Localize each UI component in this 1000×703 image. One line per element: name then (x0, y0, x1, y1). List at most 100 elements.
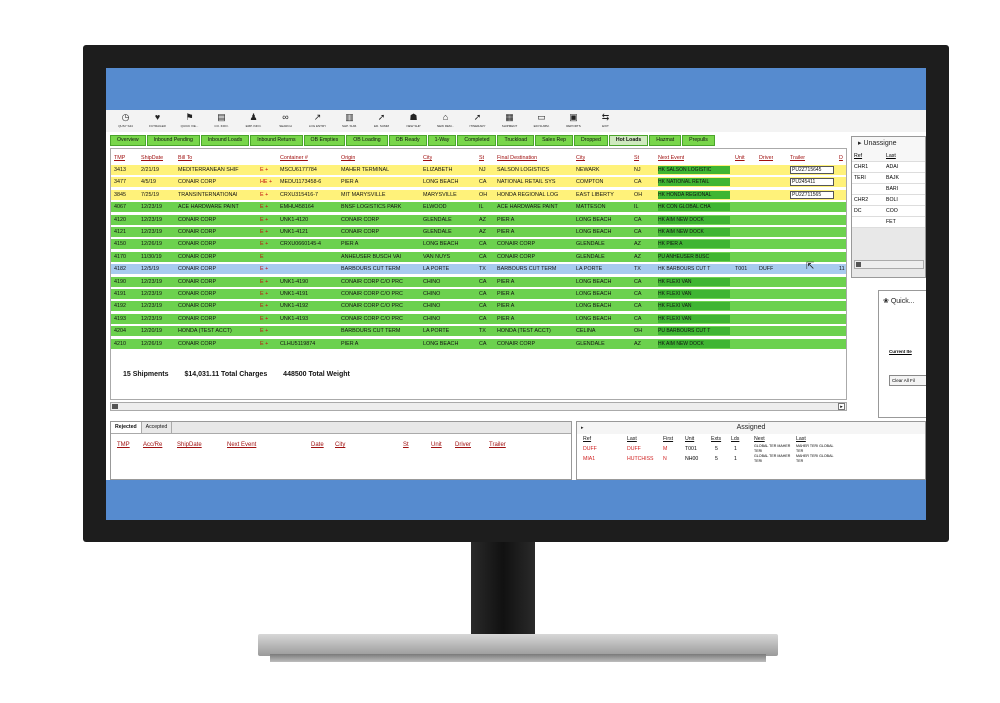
toolbar-button[interactable]: ▭ EDI SUMM. (526, 110, 557, 132)
tab-ob-ready[interactable]: OB Ready (388, 135, 427, 146)
col-final-destination[interactable]: Final Destination (497, 153, 537, 163)
toolbar-button[interactable]: ▣ REPORTS (558, 110, 589, 132)
table-row[interactable]: 4182 12/5/19 CONAIR CORP E + BARBOURS CUT TE… (111, 264, 846, 275)
grid-horizontal-scrollbar[interactable]: ▸ (110, 402, 847, 411)
table-row[interactable]: 4121 12/23/19 CONAIR CORP E + UNK1-4121 CONAI… (111, 227, 846, 237)
tab-hazmat[interactable]: Hazmat (649, 135, 682, 146)
toolbar-button[interactable]: ♟ EMP. INFO. (238, 110, 269, 132)
list-item[interactable]: FET (852, 217, 925, 228)
rej-col-st[interactable]: St (403, 442, 409, 448)
list-item[interactable]: CHR1 ADAI (852, 162, 925, 173)
as-col-last2[interactable]: Last (796, 434, 806, 444)
toolbar-button[interactable]: ☗ NEW SHP (398, 110, 429, 132)
clear-all-filters-button[interactable]: Clear All Fil (889, 375, 926, 386)
list-item[interactable]: CHR2 BOLI (852, 195, 925, 206)
tab-ob-loading[interactable]: OB Loading (346, 135, 388, 146)
table-row[interactable]: 3845 7/25/19 TRANSINTERNATIONAI E + CRXU3154… (111, 189, 846, 200)
col-driver[interactable]: Driver (759, 153, 773, 163)
col-st[interactable]: St (479, 153, 484, 163)
col-next-event[interactable]: Next Event (658, 153, 684, 163)
rej-col-tmp[interactable]: TMP (117, 442, 130, 448)
list-item[interactable]: BARI (852, 184, 925, 195)
toolbar-button[interactable]: ◷ QUSY S44 (110, 110, 141, 132)
col-container[interactable]: Container # (280, 153, 308, 163)
trailer-field[interactable]: PU2Z715645 (790, 166, 834, 174)
col-trailer[interactable]: Trailer (790, 153, 805, 163)
tab-truckload[interactable]: Truckload (497, 135, 535, 146)
col-d[interactable]: D (839, 153, 843, 163)
table-row[interactable]: DUFF DUFF M T001 5 1 GLOBAL TER MAHER TERI MAHE… (577, 444, 925, 454)
tab-prepulls[interactable]: Prepulls (682, 135, 715, 146)
tab-inbound-returns[interactable]: Inbound Returns (250, 135, 303, 146)
table-row[interactable]: 4193 12/23/19 CONAIR CORP E + UNK1-4193 CONAI… (111, 313, 846, 324)
list-item[interactable]: DC COO (852, 206, 925, 217)
table-row[interactable]: 4190 12/23/19 CONAIR CORP E + UNK1-4190 CONAI… (111, 276, 846, 287)
toolbar-button[interactable]: ♥ FCTRAILER (142, 110, 173, 132)
table-row[interactable]: MIA1 HUTCHISS N NH00 5 1 GLOBAL TER MAHER TERI… (577, 454, 925, 464)
toolbar-button[interactable]: ➚ ITINERARY (462, 110, 493, 132)
tab-hot-loads[interactable]: Hot Loads (608, 135, 649, 146)
unassigned-col-ref[interactable]: Ref (854, 151, 862, 161)
scroll-thumb[interactable] (112, 404, 118, 409)
col-tmp[interactable]: TMP (114, 153, 125, 163)
unassigned-col-last[interactable]: Last (886, 151, 896, 161)
unassigned-scroll-thumb[interactable] (856, 262, 861, 267)
tab-overview[interactable]: Overview (110, 135, 146, 146)
table-row[interactable]: 3413 2/21/19 MEDITERRANEAN SHIF E + MSCU6177… (111, 165, 846, 175)
col-city2[interactable]: City (576, 153, 585, 163)
as-col-last[interactable]: Last (627, 434, 637, 444)
collapse-triangle-icon[interactable]: ▸ (581, 422, 584, 434)
rej-col-acc[interactable]: Acc/Re (143, 442, 162, 448)
rej-col-shipdate[interactable]: ShipDate (177, 442, 202, 448)
toolbar-button[interactable]: ∞ SEARCH (270, 110, 301, 132)
toolbar-button[interactable]: ▥ SHP. SUM. (334, 110, 365, 132)
col-city[interactable]: City (423, 153, 432, 163)
trailer-field[interactable]: PU2Z711565 (790, 190, 834, 199)
rej-col-city[interactable]: City (335, 442, 345, 448)
rej-col-driver[interactable]: Driver (455, 442, 471, 448)
table-row[interactable]: 4204 12/20/19 HONDA (TEST ACCT) E + BARBOURS… (111, 326, 846, 337)
as-col-ref[interactable]: Ref (583, 434, 591, 444)
toolbar-button[interactable]: ⌂ NEW REM... (430, 110, 461, 132)
trailer-field[interactable]: PU245411 (790, 178, 834, 187)
table-row[interactable]: 4170 11/30/19 CONAIR CORP E ANHEUSER BUSCH V… (111, 251, 846, 262)
tab-completed[interactable]: Completed (457, 135, 497, 146)
list-item[interactable]: TERI BAJK (852, 173, 925, 184)
unassigned-scrollbar[interactable] (854, 260, 924, 269)
toolbar-button[interactable]: ▦ SHIPMENT (494, 110, 525, 132)
rej-col-next-event[interactable]: Next Event (227, 442, 256, 448)
tab-1-way[interactable]: 1-Way (427, 135, 457, 146)
as-col-unit[interactable]: Unit (685, 434, 694, 444)
col-st2[interactable]: St (634, 153, 639, 163)
col-unit[interactable]: Unit (735, 153, 745, 163)
table-row[interactable]: 4192 12/23/19 CONAIR CORP E + UNK1-4192 CONAI… (111, 301, 846, 312)
tab-inbound-pending[interactable]: Inbound Pending (146, 135, 200, 146)
toolbar-button[interactable]: ▤ CO. INFO. (206, 110, 237, 132)
toolbar-button[interactable]: ➚ ED. SUMM (366, 110, 397, 132)
table-row[interactable]: 4150 12/26/19 CONAIR CORP E + CRXU0660145-4 P… (111, 239, 846, 250)
rej-col-date[interactable]: Date (311, 442, 324, 448)
col-shipdate[interactable]: ShipDate (141, 153, 163, 163)
as-col-exts[interactable]: Exts (711, 434, 721, 444)
toolbar-button[interactable]: ↗ LOG ENTRY (302, 110, 333, 132)
tab-sales-rep[interactable]: Sales Rep (535, 135, 573, 146)
toolbar-button[interactable]: ⚑ QUICK VIE... (174, 110, 205, 132)
table-row[interactable]: 4191 12/23/19 CONAIR CORP E + UNK1-4191 CONAI… (111, 289, 846, 299)
tab-accepted[interactable]: Accepted (142, 422, 173, 433)
rej-col-trailer[interactable]: Trailer (489, 442, 506, 448)
col-origin[interactable]: Origin (341, 153, 355, 163)
as-col-next[interactable]: Next (754, 434, 765, 444)
tab-dropped[interactable]: Dropped (574, 135, 608, 146)
table-row[interactable]: 3477 4/5/19 CONAIR CORP HE + MEDU1173458-6 PI… (111, 177, 846, 188)
table-row[interactable]: 4067 12/23/19 ACE HARDWARE PAINT E + EMHU458… (111, 202, 846, 213)
as-col-lds[interactable]: Lds (731, 434, 739, 444)
tab-rejected[interactable]: Rejected (111, 422, 142, 433)
tab-ob-empties[interactable]: OB Empties (303, 135, 346, 146)
toolbar-button[interactable]: ⇆ EXIT (590, 110, 621, 132)
as-col-first[interactable]: First (663, 434, 673, 444)
table-row[interactable]: 4120 12/23/19 CONAIR CORP E + UNK1-4120 CONAI… (111, 214, 846, 225)
rej-col-unit[interactable]: Unit (431, 442, 442, 448)
table-row[interactable]: 4210 12/26/19 CONAIR CORP E + CLHU5119874 PIE… (111, 338, 846, 349)
tab-inbound-loads[interactable]: Inbound Loads (200, 135, 250, 146)
scroll-right-arrow[interactable]: ▸ (838, 403, 845, 410)
